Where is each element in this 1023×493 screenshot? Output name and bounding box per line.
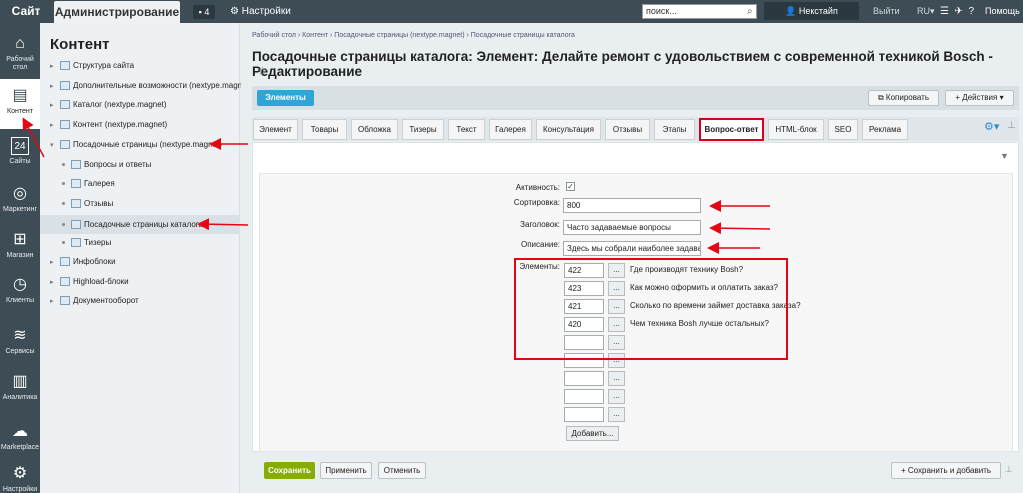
annotation-arrows [22, 117, 771, 254]
